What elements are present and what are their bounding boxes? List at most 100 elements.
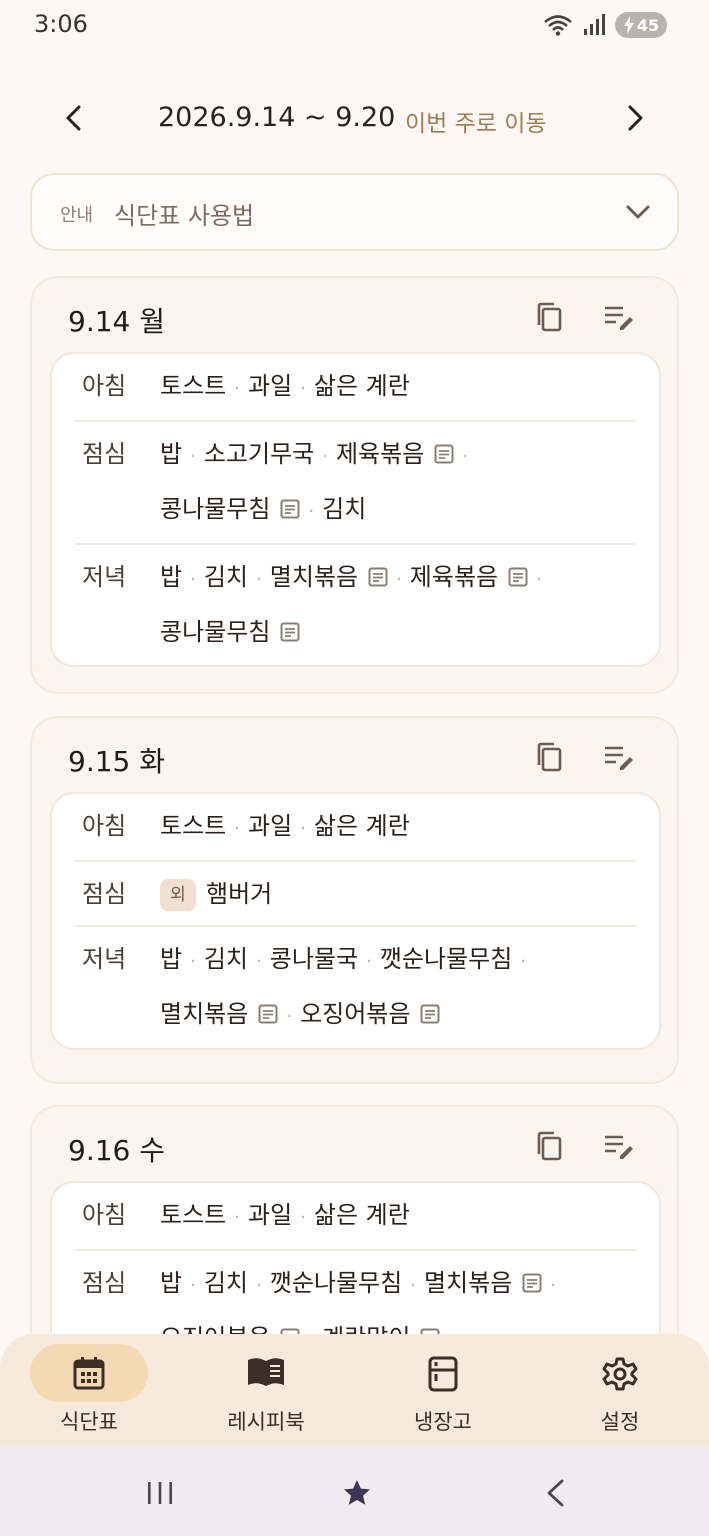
- food-item: 밥: [160, 1269, 183, 1297]
- recipe-icon[interactable]: [368, 561, 388, 597]
- meal-label: 저녁: [82, 945, 127, 973]
- meal-label: 저녁: [82, 563, 127, 591]
- edit-day-button[interactable]: [596, 1125, 642, 1171]
- day-card: 9.15 화 아침 토스트 · 과일 · 삶은 계란 점심 외 햄버거 저녁 밥 · 김치 · 콩나물국 · 깻순…: [30, 716, 679, 1084]
- prev-week-button[interactable]: [46, 90, 102, 146]
- separator-dot: ·: [322, 446, 328, 467]
- edit-list-icon: [603, 304, 635, 334]
- food-item: 제육볶음: [335, 440, 425, 468]
- separator-dot: ·: [190, 1275, 196, 1296]
- food-item: 삶은 계란: [313, 1201, 410, 1229]
- food-item: 삶은 계란: [313, 372, 410, 400]
- food-item: 김치: [322, 495, 367, 523]
- edit-day-button[interactable]: [596, 736, 642, 782]
- signal-icon: [584, 14, 605, 35]
- status-time: 3:06: [34, 10, 88, 38]
- food-item: 밥: [160, 945, 183, 973]
- recent-apps-icon: [148, 1482, 172, 1504]
- copy-day-button[interactable]: [526, 736, 572, 782]
- separator-dot: ·: [256, 951, 262, 972]
- recent-apps-button[interactable]: [140, 1476, 180, 1510]
- meal-row[interactable]: 저녁 밥 · 김치 · 멸치볶음 · 제육볶음 · 콩나물무침: [74, 545, 637, 665]
- recipe-icon[interactable]: [280, 493, 300, 529]
- guide-tag: 안내: [60, 205, 94, 226]
- meal-row[interactable]: 아침 토스트 · 과일 · 삶은 계란: [74, 794, 637, 862]
- nav-settings-label: 설정: [600, 1410, 640, 1434]
- recipe-icon[interactable]: [522, 1267, 542, 1303]
- guide-title: 식단표 사용법: [114, 202, 255, 230]
- food-item: 햄버거: [206, 880, 273, 908]
- recipe-icon[interactable]: [434, 438, 454, 474]
- meals-panel: 아침 토스트 · 과일 · 삶은 계란 점심 외 햄버거 저녁 밥 · 김치 · 콩나물국 · 깻순나물무침 · 멸…: [50, 792, 661, 1050]
- food-item: 멸치볶음: [160, 1000, 249, 1028]
- meal-label: 아침: [82, 812, 127, 840]
- recipe-icon[interactable]: [508, 561, 528, 597]
- copy-day-button[interactable]: [526, 296, 572, 342]
- copy-icon: [536, 742, 562, 776]
- separator-dot: ·: [190, 951, 196, 972]
- meal-row[interactable]: 아침 토스트 · 과일 · 삶은 계란: [74, 354, 637, 422]
- day-title: 9.15 화: [68, 745, 166, 778]
- calendar-icon: [30, 1356, 148, 1390]
- food-item: 밥: [160, 563, 183, 591]
- nav-fridge[interactable]: 냉장고: [378, 1344, 508, 1442]
- usage-guide-accordion[interactable]: 안내 식단표 사용법: [30, 173, 679, 251]
- edit-list-icon: [603, 744, 635, 774]
- food-item: 깻순나물무침: [269, 1269, 403, 1297]
- edit-day-button[interactable]: [596, 296, 642, 342]
- go-to-this-week-button[interactable]: 이번 주로 이동: [405, 104, 547, 138]
- status-icons: 45: [543, 12, 667, 38]
- separator-dot: ·: [300, 818, 306, 839]
- food-item: 멸치볶음: [423, 1269, 513, 1297]
- star-icon: [344, 1480, 370, 1505]
- next-week-button[interactable]: [607, 90, 663, 146]
- separator-dot: ·: [462, 446, 469, 467]
- eat-out-badge: 외: [160, 879, 196, 911]
- back-icon: [547, 1479, 564, 1507]
- separator-dot: ·: [256, 569, 262, 590]
- battery-indicator: 45: [615, 12, 667, 38]
- food-item: 멸치볶음: [269, 563, 359, 591]
- food-item: 깻순나물무침: [379, 945, 513, 973]
- meal-label: 점심: [82, 440, 127, 468]
- food-item: 김치: [203, 1269, 248, 1297]
- food-item: 토스트: [160, 372, 227, 400]
- food-item: 콩나물무침: [160, 618, 271, 646]
- nav-recipe-book-label: 레시피북: [227, 1410, 305, 1434]
- recipe-icon[interactable]: [420, 998, 440, 1034]
- chevron-right-icon: [628, 105, 643, 131]
- separator-dot: ·: [308, 501, 315, 522]
- bottom-navigation: 식단표 레시피북 냉장고 설정: [0, 1334, 709, 1446]
- meal-row[interactable]: 점심 외 햄버거: [74, 862, 637, 927]
- separator-dot: ·: [550, 1275, 557, 1296]
- food-item: 밥: [160, 440, 183, 468]
- chevron-left-icon: [66, 105, 81, 131]
- separator-dot: ·: [190, 569, 196, 590]
- home-button[interactable]: [337, 1476, 377, 1510]
- food-item: 과일: [247, 812, 293, 840]
- recipe-icon[interactable]: [258, 998, 278, 1034]
- recipe-icon[interactable]: [280, 616, 300, 652]
- gear-icon: [555, 1356, 685, 1392]
- book-icon: [201, 1356, 331, 1388]
- food-item: 소고기무국: [203, 440, 315, 468]
- separator-dot: ·: [366, 951, 372, 972]
- nav-meal-plan-label: 식단표: [60, 1410, 118, 1434]
- meal-items: 밥 · 소고기무국 · 제육볶음 · 콩나물무침 · 김치: [160, 436, 637, 530]
- meal-row[interactable]: 저녁 밥 · 김치 · 콩나물국 · 깻순나물무침 · 멸치볶음 · 오징어볶음: [74, 927, 637, 1048]
- nav-recipe-book[interactable]: 레시피북: [201, 1344, 331, 1442]
- copy-icon: [536, 302, 562, 336]
- separator-dot: ·: [190, 446, 196, 467]
- copy-day-button[interactable]: [526, 1125, 572, 1171]
- meal-label: 점심: [82, 880, 127, 908]
- copy-icon: [536, 1131, 562, 1165]
- week-range: 2026.9.14 ~ 9.20: [158, 102, 396, 133]
- nav-meal-plan[interactable]: 식단표: [30, 1344, 160, 1442]
- meal-row[interactable]: 점심 밥 · 소고기무국 · 제육볶음 · 콩나물무침 · 김치: [74, 422, 637, 545]
- back-button[interactable]: [535, 1476, 575, 1510]
- meal-row[interactable]: 아침 토스트 · 과일 · 삶은 계란: [74, 1183, 637, 1251]
- chevron-down-icon: [626, 205, 650, 219]
- separator-dot: ·: [234, 378, 240, 399]
- nav-settings[interactable]: 설정: [555, 1344, 685, 1442]
- fridge-icon: [378, 1356, 508, 1392]
